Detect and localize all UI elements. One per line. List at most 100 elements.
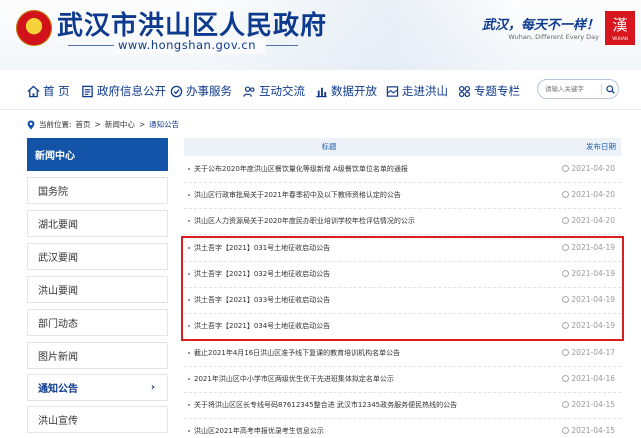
bullet-icon (188, 325, 190, 327)
clock-icon (562, 296, 570, 303)
list-item[interactable]: 洪山区行政审批局关于2021年春季初中及以下教师资格认定的公告 2021-04-2… (184, 183, 621, 209)
sidebar-item-notices[interactable]: 通知公告 › (27, 374, 168, 401)
bullet-icon (188, 299, 190, 301)
city-slogan: 武汉，每天不一样！ (481, 18, 599, 33)
list-item-date: 2021-04-19 (571, 321, 615, 330)
list-item-title[interactable]: 关于公布2020年度洪山区餐饮量化等级新增 A级餐饮单位名单的通报 (194, 164, 408, 174)
list-item-date: 2021-04-20 (571, 190, 615, 199)
sidebar-title: 新闻中心 (27, 138, 168, 171)
document-icon (82, 85, 93, 97)
list-item[interactable]: 洪土吾字【2021】033号土地征收启动公告 2021-04-19 (184, 288, 621, 314)
column-date-header: 发布日期 (586, 142, 616, 151)
search-icon[interactable] (606, 84, 615, 94)
national-emblem-icon (16, 10, 52, 46)
list-item-title[interactable]: 洪山区2021年高考申报优录考生信息公示 (194, 426, 324, 436)
city-icon (386, 85, 399, 97)
list-item[interactable]: 洪山区2021年高考申报优录考生信息公示 2021-04-15 (184, 419, 621, 438)
list-item-title[interactable]: 洪山区行政审批局关于2021年春季初中及以下教师资格认定的公告 (194, 190, 401, 200)
nav-data-open[interactable]: 数据开放 (315, 82, 377, 100)
list-item-title[interactable]: 洪山区人力资源局关于2020年度民办职业培训学校年检评估情况的公示 (194, 216, 415, 226)
list-item-title[interactable]: 洪土吾字【2021】033号土地征收启动公告 (194, 295, 330, 305)
grid-icon (458, 85, 471, 97)
list-item-date: 2021-04-16 (571, 374, 615, 383)
clock-icon (562, 165, 570, 172)
bullet-icon (188, 352, 190, 354)
list-item[interactable]: 2021年洪山区中小学市区两级优生优干先进班集体拟定名单公示 2021-04-16 (184, 367, 621, 393)
list-item-title[interactable]: 截止2021年4月16日洪山区准予线下复课的教育培训机构名单公告 (194, 348, 400, 358)
nav-home[interactable]: 首 页 (27, 82, 70, 100)
breadcrumb-home[interactable]: 首页 (76, 119, 91, 130)
search-input[interactable] (545, 85, 601, 93)
wuhan-logo-sub: WUHAN (612, 36, 628, 41)
breadcrumb: 当前位置: 首页 > 新闻中心 > 通知公告 (27, 119, 179, 130)
home-icon (27, 85, 40, 97)
list-item-date: 2021-04-19 (571, 269, 615, 278)
list-item-date: 2021-04-20 (571, 164, 615, 173)
service-icon (170, 85, 183, 97)
site-url: www.hongshan.gov.cn (118, 38, 257, 52)
nav-about-hongshan[interactable]: 走进洪山 (386, 82, 448, 100)
bar-chart-icon (316, 87, 327, 97)
breadcrumb-section[interactable]: 新闻中心 (105, 119, 135, 130)
bullet-icon (188, 273, 190, 275)
sidebar-item-hongshan-publicity[interactable]: 洪山宣传 (27, 406, 168, 433)
bullet-icon (188, 430, 190, 432)
clock-icon (562, 427, 570, 434)
clock-icon (562, 270, 570, 277)
list-item[interactable]: 关于将洪山区区长专线号码87612345整合进 武汉市12345政务服务便民热线… (184, 393, 621, 419)
list-item-date: 2021-04-19 (571, 243, 615, 252)
column-title-header: 标题 (321, 142, 337, 151)
list-item[interactable]: 洪山区人力资源局关于2020年度民办职业培训学校年检评估情况的公示 2021-04… (184, 209, 621, 235)
search-box (537, 79, 619, 99)
clock-icon (562, 375, 570, 382)
breadcrumb-prefix: 当前位置: (39, 120, 72, 129)
list-item-title[interactable]: 洪土吾字【2021】031号土地征收启动公告 (194, 243, 330, 253)
sidebar-item-department-news[interactable]: 部门动态 (27, 309, 168, 336)
list-item-title[interactable]: 洪土吾字【2021】032号土地征收启动公告 (194, 269, 330, 279)
list-header: 标题 发布日期 (184, 138, 621, 156)
site-header: 武汉市洪山区人民政府 www.hongshan.gov.cn 武汉，每天不一样！… (0, 0, 641, 70)
sidebar: 新闻中心 国务院 湖北要闻 武汉要闻 洪山要闻 部门动态 图片新闻 通知公告 ›… (27, 138, 168, 438)
list-item-title[interactable]: 洪土吾字【2021】034号土地征收启动公告 (194, 321, 330, 331)
breadcrumb-sep: > (94, 120, 101, 129)
sidebar-item-state-council[interactable]: 国务院 (27, 177, 168, 204)
people-icon (243, 85, 255, 97)
list-item[interactable]: 洪土吾字【2021】034号土地征收启动公告 2021-04-19 (184, 314, 621, 340)
clock-icon (562, 244, 570, 251)
list-item-title[interactable]: 2021年洪山区中小学市区两级优生优干先进班集体拟定名单公示 (194, 374, 394, 384)
clock-icon (562, 401, 570, 408)
sidebar-item-photo-news[interactable]: 图片新闻 (27, 342, 168, 369)
list-item[interactable]: 洪土吾字【2021】032号土地征收启动公告 2021-04-19 (184, 262, 621, 288)
clock-icon (562, 217, 570, 224)
list-item-date: 2021-04-15 (571, 426, 615, 435)
nav-interaction[interactable]: 互动交流 (243, 82, 305, 100)
location-pin-icon (27, 120, 35, 129)
list-item[interactable]: 截止2021年4月16日洪山区准予线下复课的教育培训机构名单公告 2021-04-… (184, 341, 621, 367)
site-name[interactable]: 武汉市洪山区人民政府 (57, 5, 327, 42)
list-item-date: 2021-04-15 (571, 400, 615, 409)
bullet-icon (188, 194, 190, 196)
sidebar-item-wuhan-news[interactable]: 武汉要闻 (27, 243, 168, 270)
list-item-title[interactable]: 关于将洪山区区长专线号码87612345整合进 武汉市12345政务服务便民热线… (194, 400, 457, 410)
list-item[interactable]: 洪土吾字【2021】031号土地征收启动公告 2021-04-19 (184, 236, 621, 262)
clock-icon (562, 322, 570, 329)
bullet-icon (188, 220, 190, 222)
list-item[interactable]: 关于公布2020年度洪山区餐饮量化等级新增 A级餐饮单位名单的通报 2021-04… (184, 157, 621, 183)
bullet-icon (188, 378, 190, 380)
clock-icon (562, 349, 570, 356)
list-item-date: 2021-04-20 (571, 216, 615, 225)
search-divider (601, 83, 602, 95)
bullet-icon (188, 247, 190, 249)
nav-services[interactable]: 办事服务 (170, 82, 232, 100)
sidebar-item-hongshan-news[interactable]: 洪山要闻 (27, 276, 168, 303)
list-item-date: 2021-04-17 (571, 348, 615, 357)
nav-gov-info[interactable]: 政府信息公开 (81, 82, 166, 100)
breadcrumb-current[interactable]: 通知公告 (149, 119, 179, 130)
nav-special-topics[interactable]: 专题专栏 (458, 82, 520, 100)
main-nav: 首 页 政府信息公开 办事服务 互动交流 数据开放 走进洪山 专题专栏 (0, 70, 641, 110)
bullet-icon (188, 404, 190, 406)
list-item-date: 2021-04-19 (571, 295, 615, 304)
city-slogan-en: Wuhan, Different Every Day (508, 33, 599, 41)
sidebar-item-hubei-news[interactable]: 湖北要闻 (27, 210, 168, 237)
bullet-icon (188, 168, 190, 170)
